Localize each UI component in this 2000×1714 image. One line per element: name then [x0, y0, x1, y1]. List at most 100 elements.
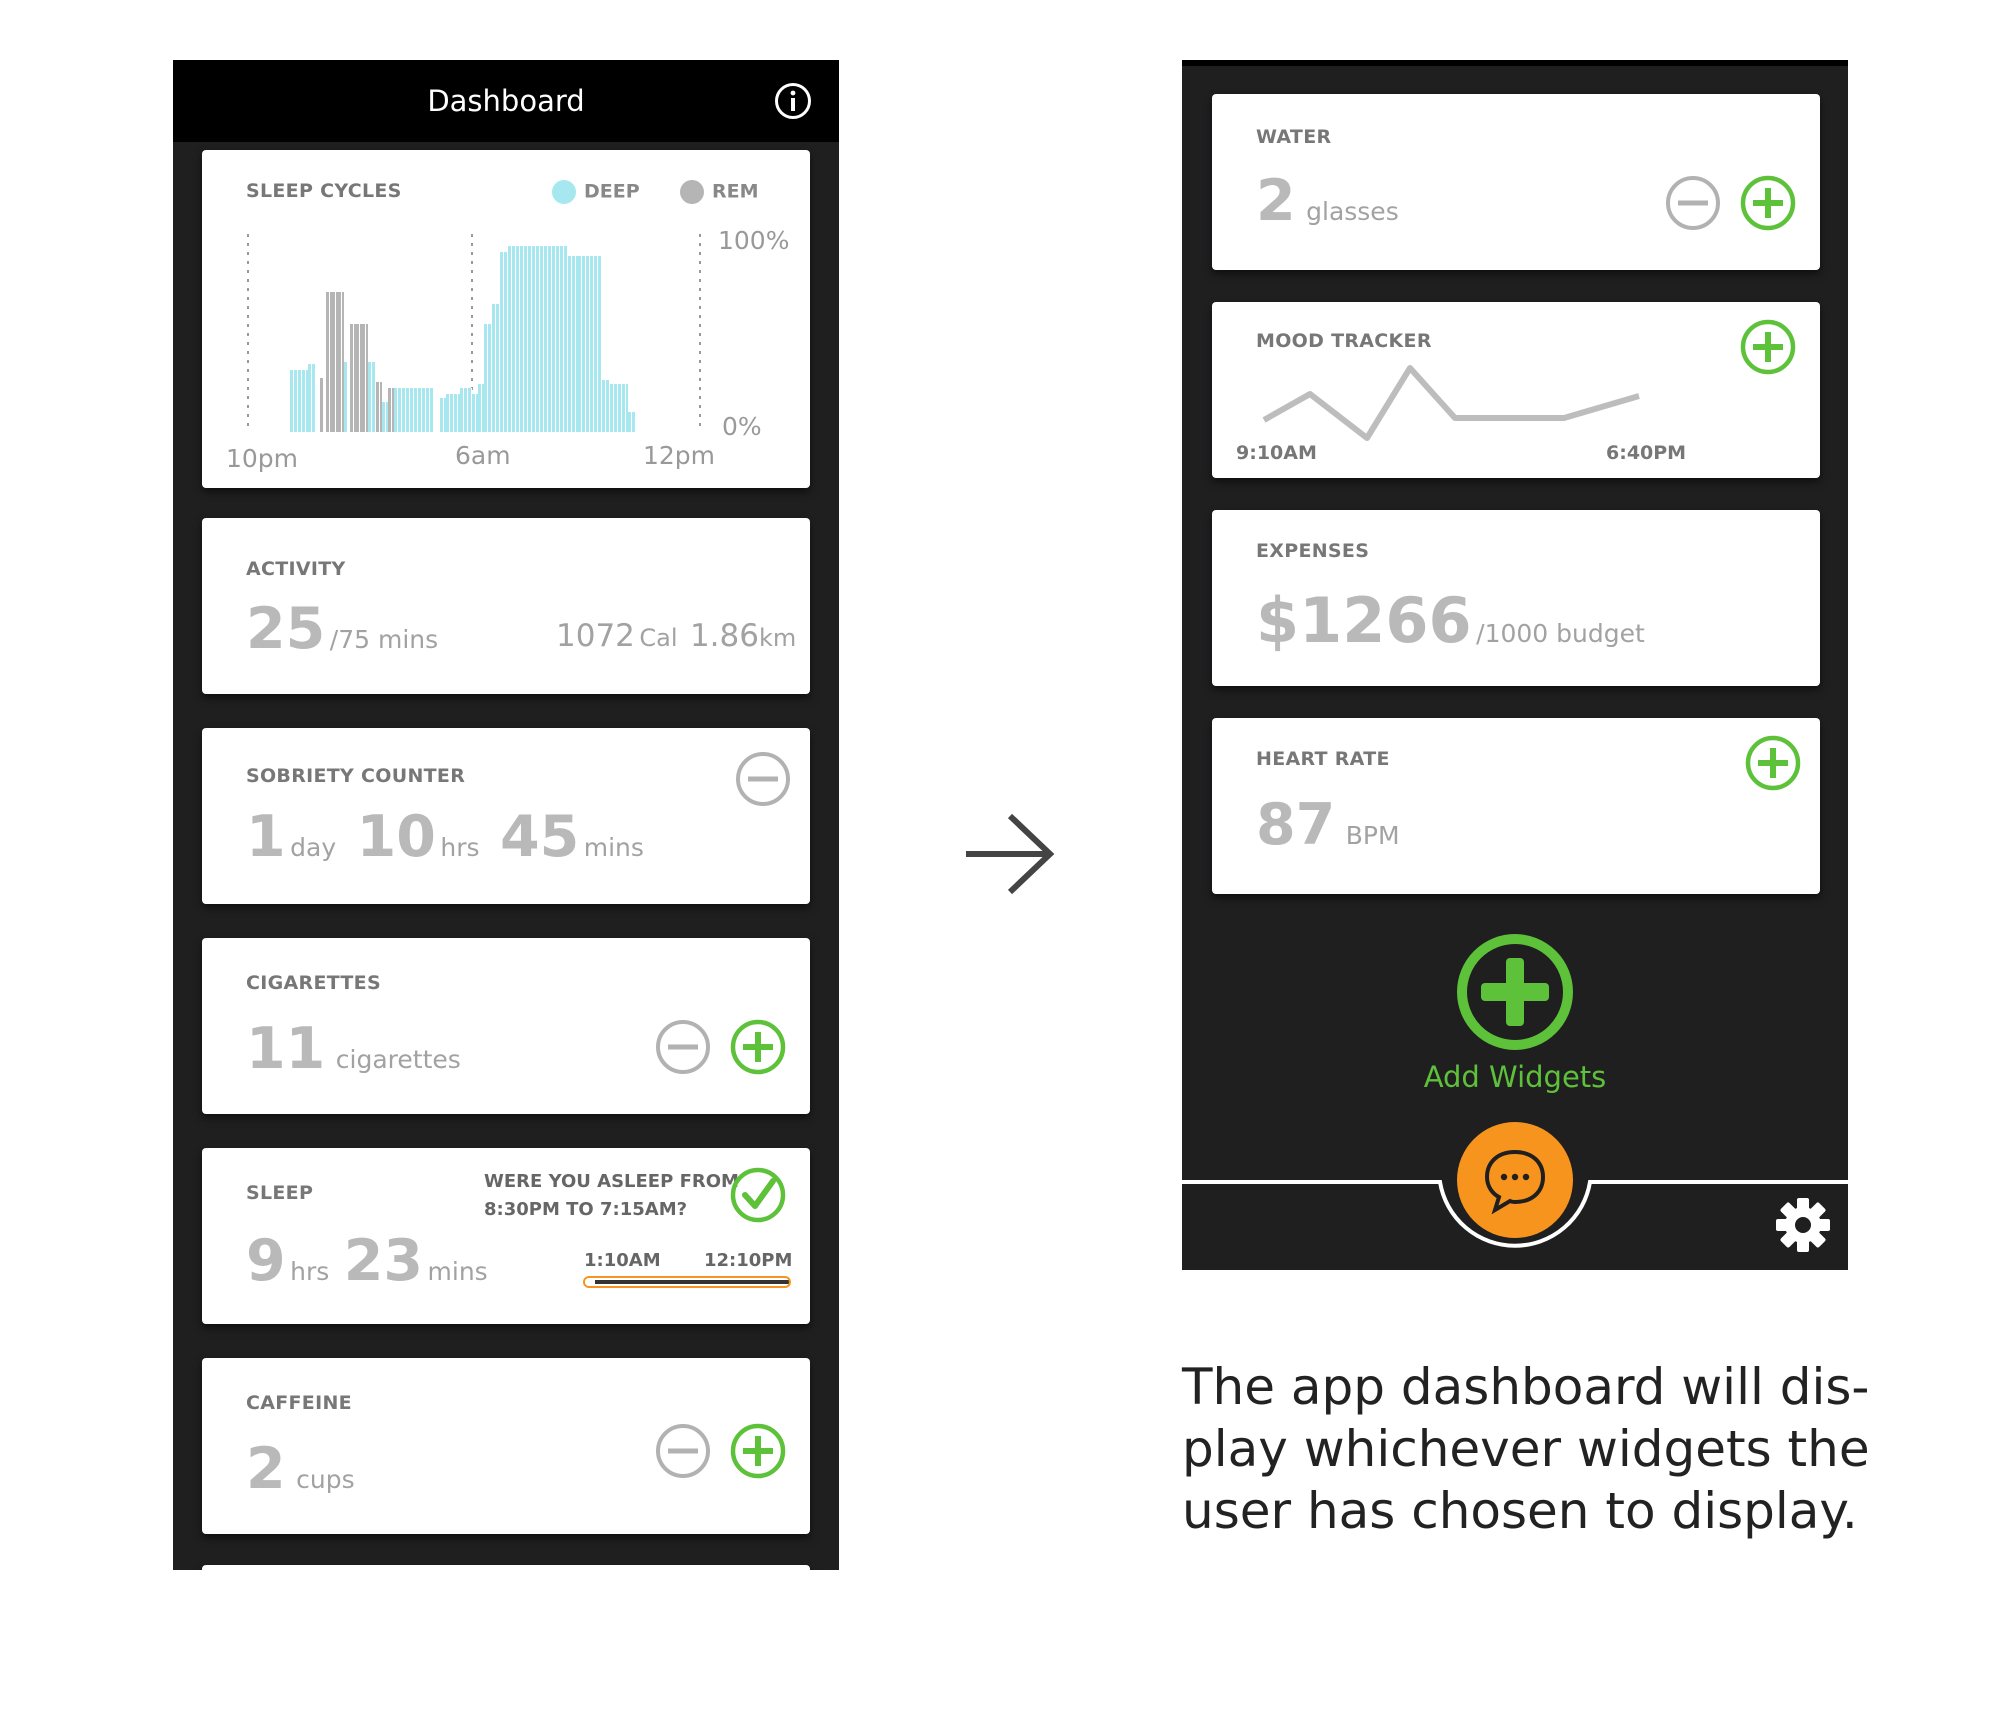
sleep-bar-stripe [297, 370, 298, 432]
question-line: WERE YOU ASLEEP FROM [484, 1171, 739, 1192]
sleep-bar-stripe [491, 324, 492, 432]
distance-unit: km [758, 624, 797, 652]
days-value: 1 [246, 804, 286, 870]
sleep-bar-stripe [311, 364, 312, 432]
sleep-bar-stripe [401, 388, 402, 432]
sleep-bar-stripe [609, 380, 610, 432]
sleep-bar-stripe [531, 246, 532, 432]
minus-button[interactable] [654, 1018, 712, 1076]
sleep-bar-stripe [405, 388, 406, 432]
sleep-bar-stripe [293, 370, 294, 432]
sleep-range-slider[interactable] [583, 1276, 791, 1288]
sleep-bar-stripe [481, 384, 482, 432]
sleep-bar-stripe [613, 384, 614, 432]
water-card[interactable]: WATER 2 glasses [1212, 94, 1820, 270]
activity-goal: /75 mins [329, 625, 439, 654]
plus-button[interactable] [1744, 734, 1802, 792]
sleep-bar-stripe [323, 378, 324, 432]
sleep-bar-stripe [301, 370, 302, 432]
minutes-value: 23 [343, 1228, 424, 1294]
sleep-bar-stripe [371, 362, 372, 432]
sleep-bar-stripe [551, 246, 552, 432]
sleep-bar-stripe [385, 402, 386, 432]
sleep-bar-stripe [335, 292, 336, 432]
card-title: HEART RATE [1256, 748, 1390, 770]
add-widgets-button[interactable] [1455, 932, 1575, 1052]
add-widgets-label[interactable]: Add Widgets [1182, 1060, 1848, 1094]
minus-button[interactable] [734, 750, 792, 808]
sleep-bar-stripe [515, 246, 516, 432]
sleep-bar-stripe [597, 256, 598, 432]
sleep-bar-stripe [563, 246, 564, 432]
sleep-bar-stripe [315, 364, 316, 432]
sleep-bar-stripe [425, 388, 426, 432]
plus-button[interactable] [729, 1018, 787, 1076]
sleep-bar-stripe [453, 394, 454, 432]
hours-unit: hrs [290, 1257, 330, 1286]
plus-button[interactable] [729, 1422, 787, 1480]
card-title: CAFFEINE [246, 1392, 352, 1414]
sleep-bar-stripe [397, 388, 398, 432]
info-icon[interactable] [773, 81, 813, 121]
card-title: SLEEP [246, 1182, 314, 1204]
card-title: EXPENSES [1256, 540, 1370, 562]
sleep-bar-stripe [433, 388, 434, 432]
caffeine-unit: cups [296, 1465, 355, 1494]
expenses-card[interactable]: EXPENSES $1266 /1000 budget [1212, 510, 1820, 686]
minutes-value: 45 [499, 804, 580, 870]
slider-fill [585, 1278, 592, 1286]
cigarettes-card[interactable]: CIGARETTES 11 cigarettes [202, 938, 810, 1114]
cigarettes-value: 11 [246, 1016, 326, 1082]
sleep-bar-stripe [635, 412, 636, 432]
hours-value: 9 [246, 1228, 286, 1294]
caffeine-card[interactable]: CAFFEINE 2 cups [202, 1358, 810, 1534]
sobriety-counter-card[interactable]: SOBRIETY COUNTER 1 day 10 hrs 45 mins [202, 728, 810, 904]
sleep-confirmation-question: WERE YOU ASLEEP FROM 8:30PM TO 7:15AM? [484, 1168, 739, 1224]
sleep-bar-stripe [601, 256, 602, 432]
sleep-bar-stripe [391, 388, 392, 432]
sleep-bar-stripe [589, 256, 590, 432]
sleep-bar-stripe [417, 388, 418, 432]
water-count: 2 glasses [1256, 168, 1399, 234]
sleep-cycles-card[interactable]: SLEEP CYCLES DEEP REM 100% 0% 10pm 6am 1… [202, 150, 810, 488]
chat-button[interactable] [1457, 1122, 1573, 1238]
caffeine-value: 2 [246, 1436, 286, 1502]
confirm-check-button[interactable] [729, 1166, 787, 1224]
minus-button[interactable] [1664, 174, 1722, 232]
sleep-card[interactable]: SLEEP WERE YOU ASLEEP FROM 8:30PM TO 7:1… [202, 1148, 810, 1324]
hours-value: 10 [356, 804, 436, 870]
plus-button[interactable] [1739, 174, 1797, 232]
mood-time-end: 6:40PM [1606, 442, 1687, 464]
cigarettes-count: 11 cigarettes [246, 1016, 461, 1082]
sleep-bar-stripe [499, 304, 500, 432]
minus-button[interactable] [654, 1422, 712, 1480]
caffeine-count: 2 cups [246, 1436, 355, 1502]
mood-tracker-card[interactable]: MOOD TRACKER 9:10AM 6:40PM [1212, 302, 1820, 478]
card-title: WATER [1256, 126, 1332, 148]
sleep-bar-stripe [421, 388, 422, 432]
sleep-bar-stripe [341, 292, 342, 432]
heart-rate-card[interactable]: HEART RATE 87 BPM [1212, 718, 1820, 894]
gear-icon[interactable] [1774, 1196, 1832, 1254]
distance-value: 1.86 [689, 618, 759, 654]
sleep-bar-stripe [575, 256, 576, 432]
activity-card[interactable]: ACTIVITY 25 /75 mins 1072 Cal 1.86km [202, 518, 810, 694]
hours-unit: hrs [440, 833, 480, 862]
expenses-value: $1266 [1256, 584, 1472, 657]
sleep-bar-stripe [617, 384, 618, 432]
sobriety-duration: 1 day 10 hrs 45 mins [246, 804, 644, 870]
expenses-amount: $1266 /1000 budget [1256, 584, 1645, 657]
sleep-bar-stripe [305, 370, 306, 432]
sleep-duration: 9 hrs 23 mins [246, 1228, 488, 1294]
sleep-bar-stripe [475, 394, 476, 432]
sleep-bar-stripe [581, 256, 582, 432]
card-title: ACTIVITY [246, 558, 346, 580]
sleep-bar-stripe [559, 246, 560, 432]
range-end: 12:10PM [704, 1250, 793, 1271]
plus-button[interactable] [1739, 318, 1797, 376]
sleep-bar-stripe [443, 398, 444, 432]
minutes-unit: mins [427, 1257, 488, 1286]
sleep-bar-stripe [375, 362, 376, 432]
activity-stats: 1072 Cal 1.86km [556, 618, 796, 654]
sleep-bar-stripe [347, 362, 348, 432]
